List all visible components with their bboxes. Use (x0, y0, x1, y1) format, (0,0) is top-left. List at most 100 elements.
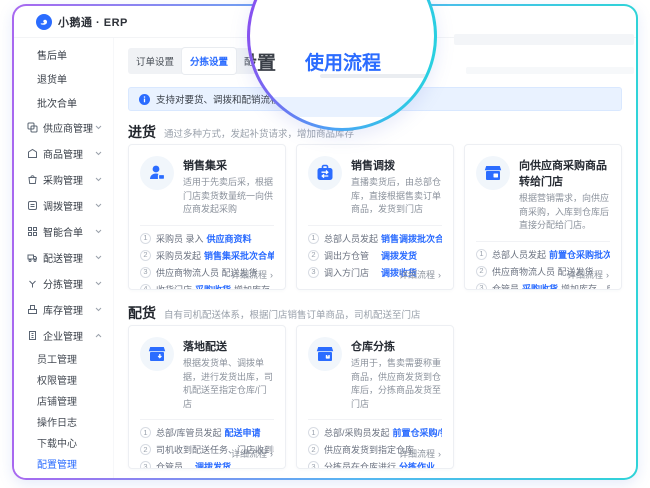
card-title: 向供应商采购商品转给门店 (519, 156, 610, 189)
chevron-down-icon (95, 177, 102, 182)
magnified-banner-strip (250, 97, 434, 117)
step-row: 3分拣员在仓库进行分拣作业 (308, 461, 442, 469)
chevron-down-icon (95, 229, 102, 234)
purchase-card-grid: 销售集采 适用于先卖后采，根据门店卖货数量统一向供应商发起采购 1采购员 录入供… (128, 144, 622, 290)
card-desc: 根据发货单、调拨单据，进行发货出库，司机配送至指定仓库/门店 (183, 357, 274, 411)
detail-flow-link[interactable]: 详细流程› (399, 447, 441, 460)
chevron-down-icon (95, 151, 102, 156)
step-link[interactable]: 销售集采批次合单 (204, 251, 274, 261)
sidebar-item-staff-mgmt[interactable]: 员工管理 (14, 348, 113, 369)
tab-order-settings[interactable]: 订单设置 (128, 48, 182, 74)
empty-grid-cell (464, 325, 622, 469)
sidebar-item-download-center[interactable]: 下载中心 (14, 432, 113, 453)
step-link[interactable]: 销售调拨批次合单 (381, 234, 442, 244)
placeholder-bar (454, 34, 634, 45)
chevron-down-icon (95, 255, 102, 260)
sidebar-item-returns[interactable]: 退货单 (14, 66, 113, 90)
magnified-usage-flow-text: 使用流程 (305, 48, 381, 75)
divider (308, 419, 442, 420)
sidebar-item-after-sale[interactable]: 售后单 (14, 42, 113, 66)
step-link[interactable]: 调拨发货 (195, 462, 231, 469)
goods-icon (27, 148, 38, 159)
chevron-down-icon (95, 203, 102, 208)
step-row: 3仓管员调拨发货 (140, 461, 274, 469)
card-local-delivery: 落地配送 根据发货单、调拨单据，进行发货出库，司机配送至指定仓库/门店 1总部/… (128, 325, 286, 469)
distribution-card-grid: 落地配送 根据发货单、调拨单据，进行发货出库，司机配送至指定仓库/门店 1总部/… (128, 325, 622, 469)
step-link[interactable]: 分拣作业 (399, 462, 435, 469)
building-icon (27, 330, 38, 341)
step-row: 1采购员 录入供应商资料 (140, 233, 274, 245)
chevron-right-icon: › (606, 270, 609, 280)
card-desc: 直播卖货后，由总部仓库，直接根据售卖订单商品，发货到门店 (351, 176, 442, 217)
sidebar-item-goods-mgmt[interactable]: 商品管理 (14, 140, 113, 166)
brand-name: 小鹅通 · ERP (58, 14, 128, 30)
divider (140, 419, 274, 420)
magnifier-content: 设置 使用流程 (250, 0, 434, 128)
card-title: 落地配送 (183, 337, 274, 354)
card-warehouse-sorting: 仓库分拣 适用于，售卖需要称重商品，供应商发货到仓库后，分拣商品发货至门店 1总… (296, 325, 454, 469)
card-title: 仓库分拣 (351, 337, 442, 354)
chevron-right-icon: › (270, 449, 273, 459)
sidebar-item-enterprise-mgmt[interactable]: 企业管理 (14, 322, 113, 348)
detail-flow-link[interactable]: 详细流程› (399, 268, 441, 281)
placeholder-bar (466, 67, 634, 74)
magnified-tab-text: 设置 (250, 48, 276, 75)
section-title: 进货 (128, 122, 156, 142)
sidebar-item-config-mgmt[interactable]: 配置管理 (14, 453, 113, 474)
sidebar-item-batch-merge[interactable]: 批次合单 (14, 90, 113, 114)
step-row: 1总部人员发起前置仓采购批次合单 (476, 249, 610, 261)
supplier-icon (27, 122, 38, 133)
chevron-up-icon (95, 333, 102, 338)
step-link[interactable]: 采购收货 (522, 284, 558, 291)
step-row: 1总部人员发起销售调拨批次合单 (308, 233, 442, 245)
sidebar-item-sorting-mgmt[interactable]: 分拣管理 (14, 270, 113, 296)
chevron-down-icon (95, 125, 102, 130)
step-row: 4收货门店采购收货增加库存 (140, 284, 274, 291)
step-link[interactable]: 采购收货 (195, 285, 231, 291)
section-distribution-header: 配货 自有司机配送体系，根据门店销售订单商品，司机配送至门店 (128, 303, 622, 321)
sorting-icon (27, 278, 38, 289)
person-icon (147, 163, 167, 183)
step-row: 3仓管员采购收货增加库存，自动分货 (476, 283, 610, 291)
step-row: 1总部/采购员发起前置仓采购/销售调拨批次合单 (308, 427, 442, 439)
card-icon-circle (308, 337, 342, 371)
detail-flow-link[interactable]: 详细流程› (567, 268, 609, 281)
sidebar-item-smart-merge[interactable]: 智能合单 (14, 218, 113, 244)
truck-icon (27, 252, 38, 263)
sidebar-item-inventory-mgmt[interactable]: 库存管理 (14, 296, 113, 322)
detail-flow-link[interactable]: 详细流程› (231, 268, 273, 281)
step-link[interactable]: 前置仓采购/销售调拨批次合单 (393, 428, 442, 438)
card-desc: 适用于，售卖需要称重商品，供应商发货到仓库后，分拣商品发货至门店 (351, 357, 442, 411)
sidebar-item-purchase-mgmt[interactable]: 采购管理 (14, 166, 113, 192)
sidebar-item-store-mgmt[interactable]: 店铺管理 (14, 390, 113, 411)
sidebar-item-supplier-mgmt[interactable]: 供应商管理 (14, 114, 113, 140)
chevron-down-icon (95, 307, 102, 312)
card-sales-transfer: 销售调拨 直播卖货后，由总部仓库，直接根据售卖订单商品，发货到门店 1总部人员发… (296, 144, 454, 290)
divider (140, 225, 274, 226)
transfer-icon (27, 200, 38, 211)
step-link[interactable]: 配送申请 (225, 428, 261, 438)
sidebar-item-transfer-mgmt[interactable]: 调拨管理 (14, 192, 113, 218)
chevron-down-icon (95, 281, 102, 286)
step-link[interactable]: 调拨发货 (381, 251, 417, 261)
card-desc: 根据营销需求，向供应商采购，入库到仓库后直接分配给门店。 (519, 192, 610, 233)
card-icon-circle (140, 156, 174, 190)
inventory-icon (27, 304, 38, 315)
sidebar-item-operation-log[interactable]: 操作日志 (14, 411, 113, 432)
sidebar-item-delivery-mgmt[interactable]: 配送管理 (14, 244, 113, 270)
step-link[interactable]: 供应商资料 (207, 234, 252, 244)
detail-flow-link[interactable]: 详细流程› (231, 447, 273, 460)
card-title: 销售调拨 (351, 156, 442, 173)
step-link[interactable]: 前置仓采购批次合单 (549, 250, 610, 260)
sidebar-item-permission-mgmt[interactable]: 权限管理 (14, 369, 113, 390)
tab-sorting-settings[interactable]: 分拣设置 (182, 48, 236, 74)
step-row: 1总部/库管员发起配送申请 (140, 427, 274, 439)
chevron-right-icon: › (438, 449, 441, 459)
divider (476, 241, 610, 242)
section-desc: 自有司机配送体系，根据门店销售订单商品，司机配送至门店 (164, 307, 421, 321)
card-title: 销售集采 (183, 156, 274, 173)
briefcase-transfer-icon (315, 163, 335, 183)
brand-logo-icon (36, 14, 52, 30)
sidebar: 售后单 退货单 批次合单 供应商管理 商品管理 采购管理 调拨管理 (14, 38, 114, 478)
card-sales-group-purchase: 销售集采 适用于先卖后采，根据门店卖货数量统一向供应商发起采购 1采购员 录入供… (128, 144, 286, 290)
